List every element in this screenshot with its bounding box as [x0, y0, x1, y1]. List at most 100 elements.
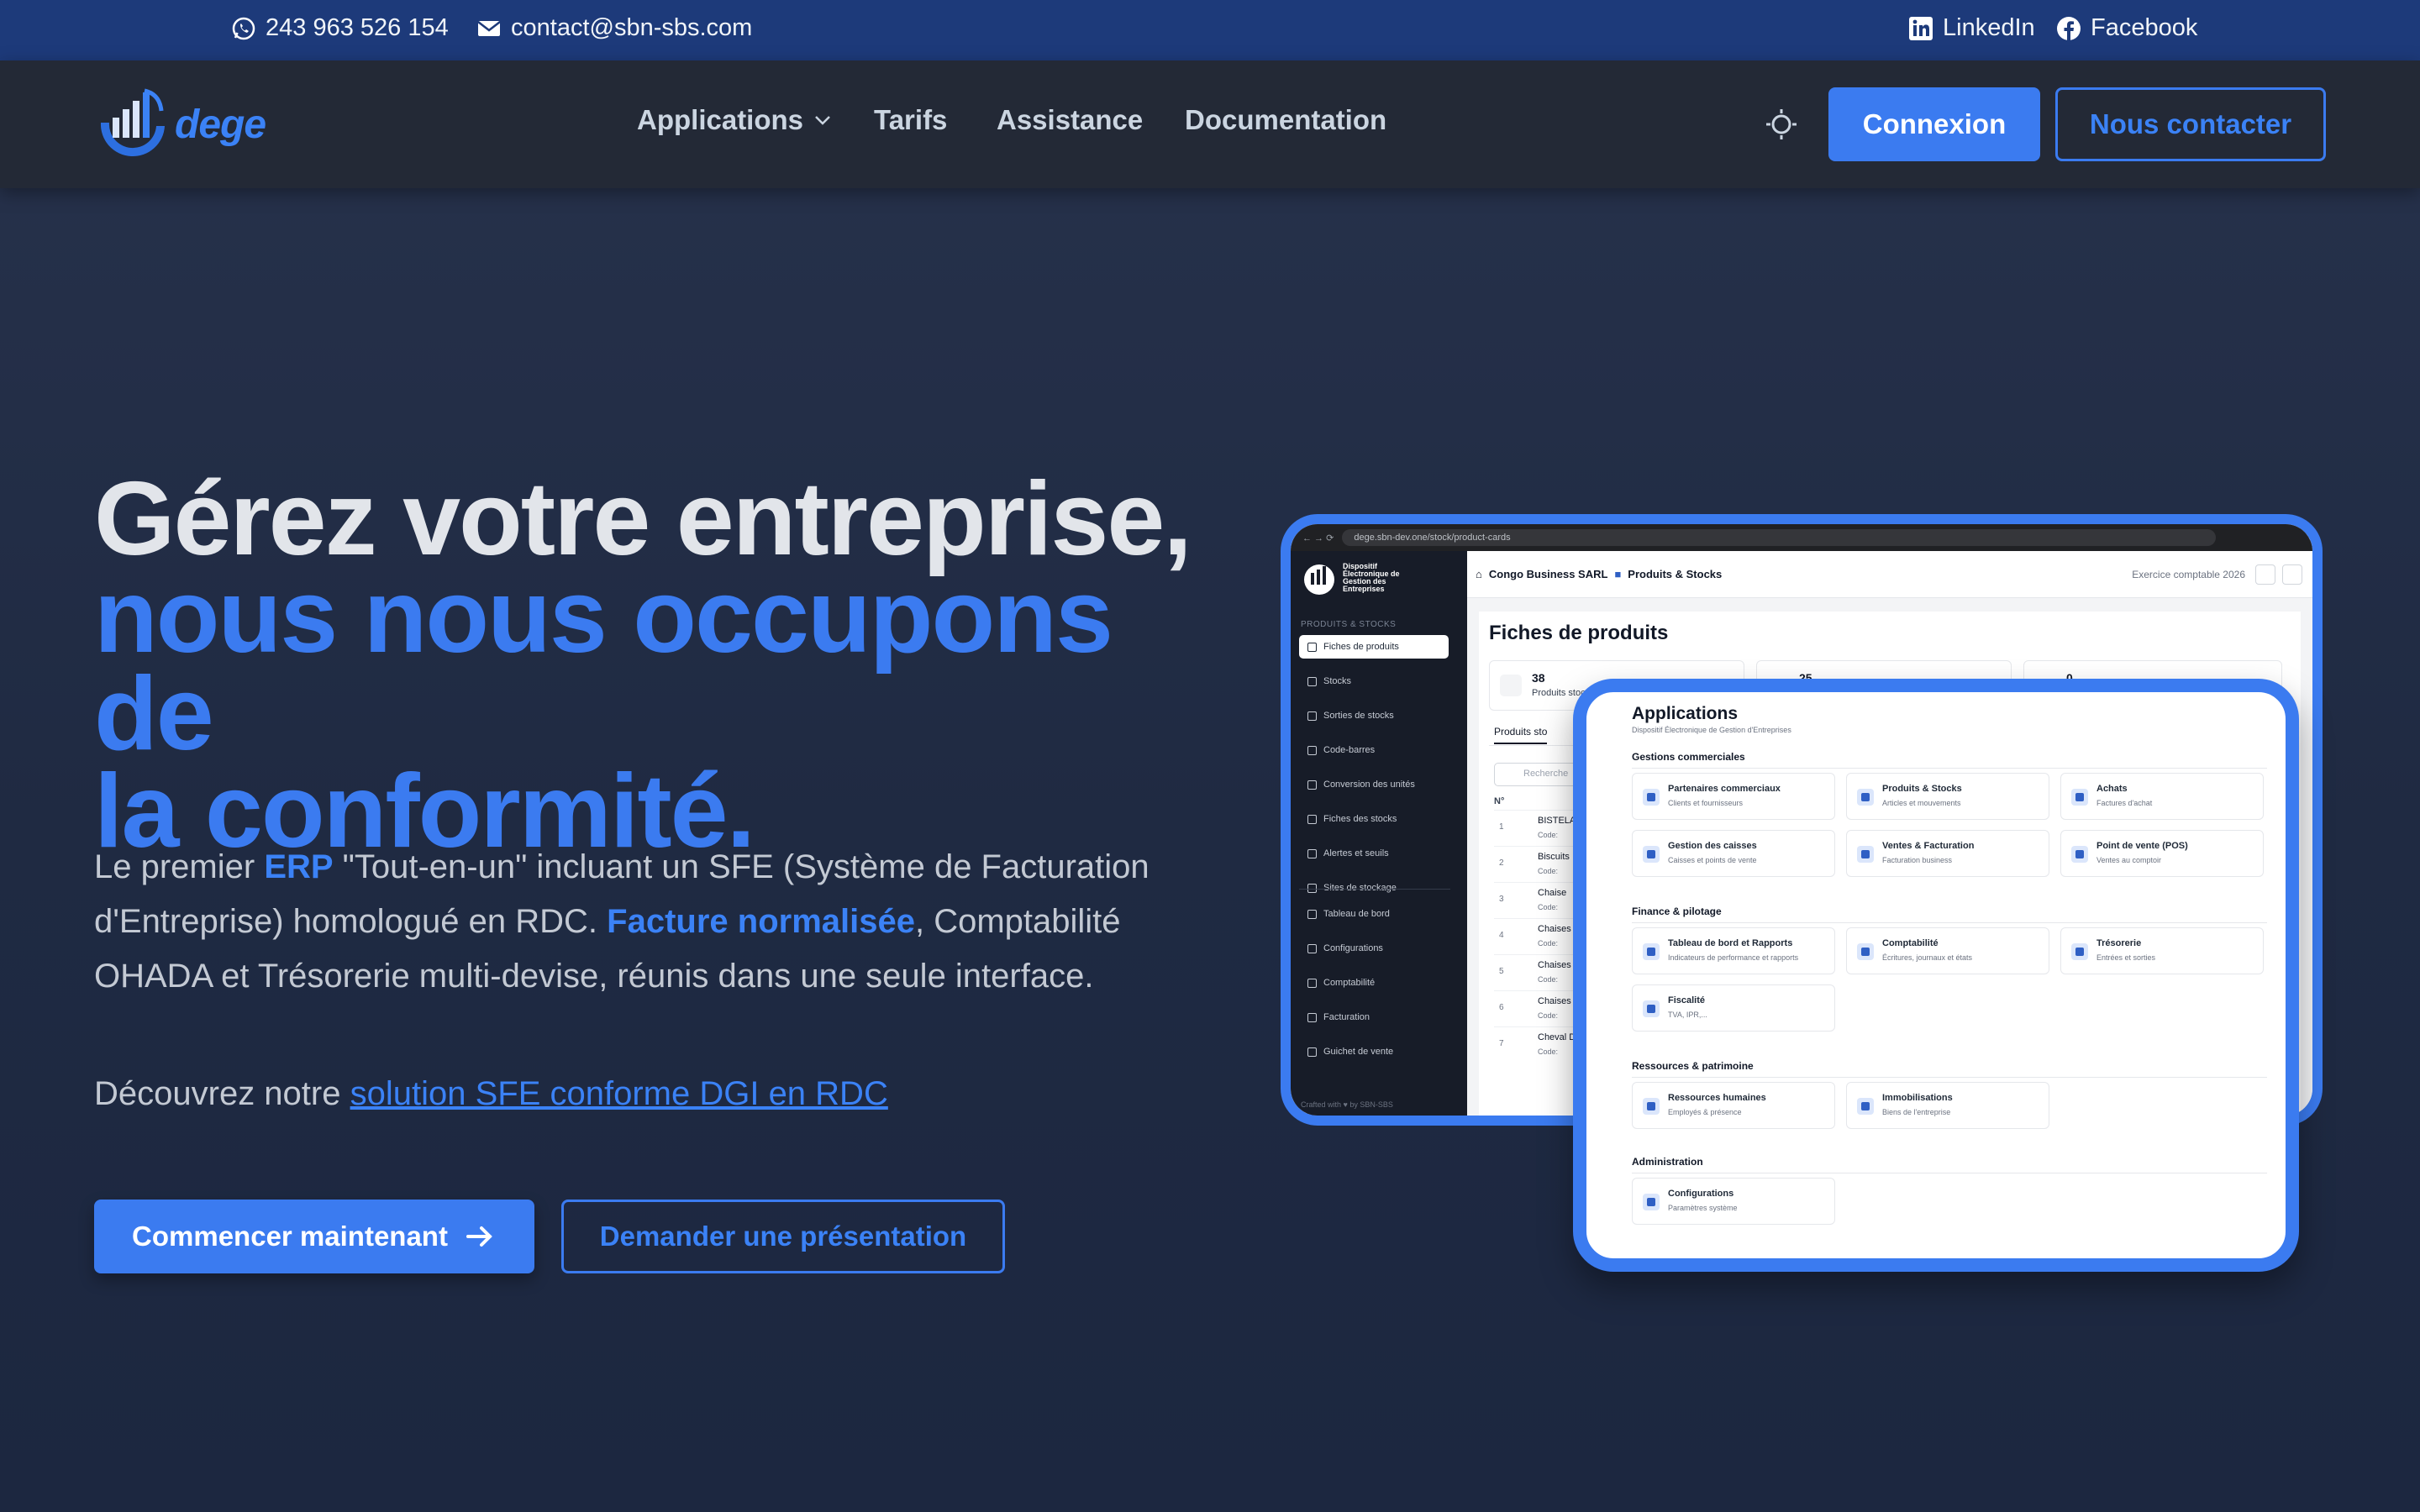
request-demo-button[interactable]: Demander une présentation: [561, 1200, 1005, 1273]
app-icon: [1643, 1194, 1660, 1210]
app-card-title: Ventes & Facturation: [1882, 841, 1975, 851]
email-contact[interactable]: contact@sbn-sbs.com: [476, 14, 752, 42]
app-card-subtitle: Articles et mouvements: [1882, 799, 1961, 807]
app-card[interactable]: Immobilisations Biens de l'entreprise: [1846, 1082, 2049, 1129]
app-card-title: Ressources humaines: [1668, 1093, 1766, 1103]
mock-logo: Dispositif Électronique de Gestion des E…: [1301, 559, 1410, 596]
browser-nav-icons: ← → ⟳: [1302, 533, 1334, 543]
phone-number: 243 963 526 154: [266, 14, 449, 41]
mock-exercice[interactable]: Exercice comptable 2026: [2132, 569, 2245, 580]
app-card[interactable]: Comptabilité Écritures, journaux et états: [1846, 927, 2049, 974]
app-card[interactable]: Gestion des caisses Caisses et points de …: [1632, 830, 1835, 877]
connexion-button[interactable]: Connexion: [1828, 87, 2040, 161]
mock-module: Produits & Stocks: [1628, 568, 1723, 580]
app-card[interactable]: Partenaires commerciaux Clients et fourni…: [1632, 773, 1835, 820]
mock-sidebar-item[interactable]: Code-barres: [1299, 738, 1449, 762]
menu-item-icon: [1307, 1012, 1317, 1022]
app-card[interactable]: Ressources humaines Employés & présence: [1632, 1082, 1835, 1129]
app-icon: [1857, 1098, 1874, 1115]
menu-item-icon: [1307, 642, 1317, 652]
dege-logo[interactable]: dege: [94, 86, 266, 163]
mock-sidebar-item[interactable]: Stocks: [1299, 669, 1449, 693]
apps-section-label: Finance & pilotage: [1632, 906, 2267, 923]
app-card[interactable]: Point de vente (POS) Ventes au comptoir: [2060, 830, 2264, 877]
nav-documentation[interactable]: Documentation: [1185, 104, 1386, 136]
mock-sidebar-item-label: Sorties de stocks: [1323, 711, 1394, 721]
mock-sidebar-item[interactable]: Tableau de bord: [1299, 902, 1449, 926]
row-code: Code:: [1538, 831, 1559, 839]
mock-sidebar-item[interactable]: Facturation: [1299, 1005, 1449, 1029]
mock-sidebar-item[interactable]: Fiches de produits: [1299, 635, 1449, 659]
app-icon: [2071, 789, 2088, 806]
email-address: contact@sbn-sbs.com: [511, 14, 753, 41]
menu-item-icon: [1307, 978, 1317, 988]
app-card-title: Point de vente (POS): [2096, 841, 2188, 851]
mock-sidebar-item[interactable]: Configurations: [1299, 937, 1449, 960]
app-card[interactable]: Ventes & Facturation Facturation business: [1846, 830, 2049, 877]
grid-icon[interactable]: [2255, 564, 2275, 585]
mock-tab[interactable]: Produits sto: [1494, 726, 1548, 744]
app-card[interactable]: Trésorerie Entrées et sorties: [2060, 927, 2264, 974]
facebook-link[interactable]: Facebook: [2055, 14, 2197, 42]
row-number: 4: [1499, 931, 1504, 940]
row-code: Code:: [1538, 939, 1559, 948]
mock-sidebar-item-label: Conversion des unités: [1323, 780, 1415, 790]
mock-sidebar-item[interactable]: Fiches des stocks: [1299, 807, 1449, 831]
mock-sidebar-item[interactable]: Comptabilité: [1299, 971, 1449, 995]
app-card-subtitle: Biens de l'entreprise: [1882, 1108, 1951, 1116]
logo-mark-icon: [100, 88, 165, 157]
mock-sidebar-item[interactable]: Sorties de stocks: [1299, 704, 1449, 727]
mock-sidebar-footer: Crafted with ♥ by SBN-SBS: [1301, 1100, 1393, 1109]
arrow-right-icon: [466, 1226, 492, 1247]
mock-sidebar-item-label: Facturation: [1323, 1012, 1370, 1022]
sfe-solution-link[interactable]: solution SFE conforme DGI en RDC: [350, 1075, 888, 1112]
desc-erp-highlight: ERP: [264, 848, 334, 885]
app-card-title: Immobilisations: [1882, 1093, 1953, 1103]
mock-sidebar-divider: [1299, 889, 1450, 890]
mock-stat-value: 38: [1532, 671, 1545, 685]
app-card-title: Configurations: [1668, 1189, 1734, 1199]
mock-sidebar-item[interactable]: Guichet de vente: [1299, 1040, 1449, 1063]
menu-item-icon: [1307, 1047, 1317, 1057]
contact-button[interactable]: Nous contacter: [2055, 87, 2326, 161]
mock-sidebar: Dispositif Électronique de Gestion des E…: [1291, 551, 1467, 1116]
mock-sidebar-item[interactable]: Conversion des unités: [1299, 773, 1449, 796]
browser-toolbar: ← → ⟳ dege.sbn-dev.one/stock/product-car…: [1291, 524, 2312, 551]
top-contact-bar: 243 963 526 154 contact@sbn-sbs.com Link…: [0, 0, 2420, 60]
start-now-button[interactable]: Commencer maintenant: [94, 1200, 534, 1273]
nav-tarifs[interactable]: Tarifs: [874, 104, 947, 136]
mock-logo-icon: [1304, 564, 1334, 595]
menu-item-icon: [1307, 883, 1317, 893]
linkedin-label: LinkedIn: [1943, 14, 2035, 41]
app-icon: [2071, 846, 2088, 863]
phone-contact[interactable]: 243 963 526 154: [230, 14, 449, 42]
app-card[interactable]: Fiscalité TVA, IPR,...: [1632, 984, 1835, 1032]
nav-assistance[interactable]: Assistance: [997, 104, 1143, 136]
apps-title: Applications: [1632, 704, 1739, 723]
app-card[interactable]: Configurations Paramètres système: [1632, 1178, 1835, 1225]
mock-brand-text: Dispositif Électronique de Gestion des E…: [1343, 562, 1400, 593]
mock-sidebar-item-label: Fiches de produits: [1323, 642, 1399, 652]
mock-sidebar-item-label: Guichet de vente: [1323, 1047, 1394, 1057]
app-card[interactable]: Tableau de bord et Rapports Indicateurs d…: [1632, 927, 1835, 974]
hero-title-line1: Gérez votre entreprise,: [94, 461, 1192, 577]
row-number: 5: [1499, 967, 1504, 976]
box-icon: [1500, 675, 1522, 696]
user-icon[interactable]: [2282, 564, 2302, 585]
mock-sidebar-item[interactable]: Sites de stockage: [1299, 876, 1449, 900]
mock-sidebar-item-label: Comptabilité: [1323, 978, 1376, 988]
row-name: Chaises: [1538, 924, 1571, 934]
hero-title-line2: nous nous occupons de: [94, 559, 1113, 772]
app-icon: [1643, 789, 1660, 806]
nav-applications[interactable]: Applications: [637, 104, 834, 136]
mock-sidebar-item-label: Tableau de bord: [1323, 909, 1390, 919]
linkedin-link[interactable]: LinkedIn: [1907, 14, 2035, 42]
mock-sidebar-item[interactable]: Alertes et seuils: [1299, 842, 1449, 865]
browser-url: dege.sbn-dev.one/stock/product-cards: [1342, 529, 2217, 546]
theme-toggle-icon[interactable]: [1765, 108, 1798, 141]
app-card[interactable]: Achats Factures d'achat: [2060, 773, 2264, 820]
app-card-subtitle: Caisses et points de vente: [1668, 856, 1757, 864]
app-card-subtitle: Écritures, journaux et états: [1882, 953, 1973, 962]
app-card[interactable]: Produits & Stocks Articles et mouvements: [1846, 773, 2049, 820]
start-now-label: Commencer maintenant: [132, 1221, 448, 1252]
